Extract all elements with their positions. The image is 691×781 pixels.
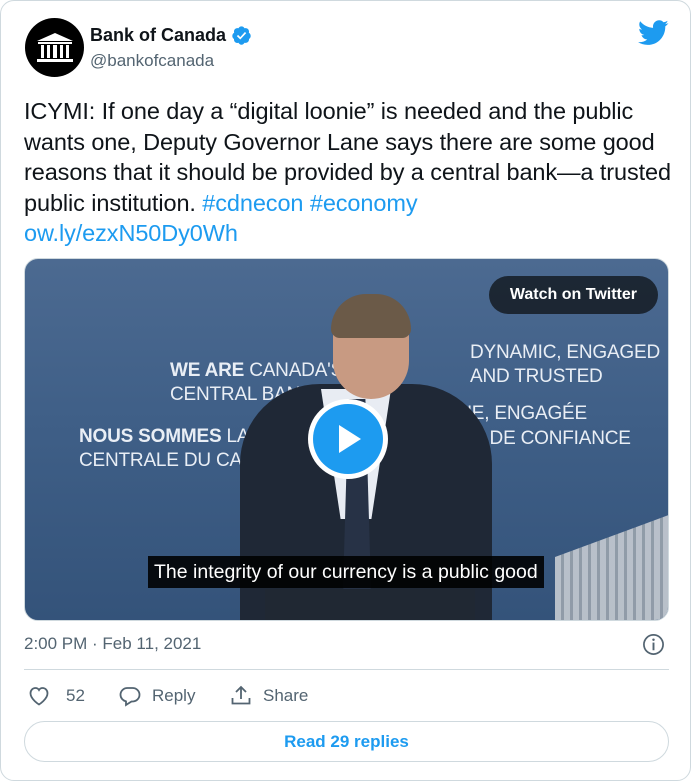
verified-badge-icon (232, 26, 251, 45)
share-icon (231, 685, 251, 705)
speaker-hair (331, 294, 411, 338)
tweet-card: Bank of Canada @bankofcanada ICYMI: If o… (0, 0, 691, 781)
video-caption: The integrity of our currency is a publi… (148, 556, 544, 588)
tweet-link[interactable]: ow.ly/ezxN50Dy0Wh (24, 220, 238, 246)
tweet-text: ICYMI: If one day a “digital loonie” is … (24, 96, 674, 249)
info-icon[interactable] (642, 633, 665, 656)
backdrop-text: DYNAMIC, ENGAGED (470, 342, 660, 363)
building-image (555, 509, 668, 620)
watch-on-twitter-button[interactable]: Watch on Twitter (488, 276, 658, 314)
bank-logo-icon (36, 32, 73, 62)
heart-icon (29, 687, 49, 706)
hashtag-economy[interactable]: #economy (310, 190, 418, 216)
share-button[interactable]: Share (229, 684, 308, 708)
backdrop-text: E DE CONFIANCE (472, 428, 631, 449)
like-button[interactable]: 52 (27, 684, 85, 708)
author-handle[interactable]: @bankofcanada (90, 51, 252, 71)
lectern (265, 589, 475, 620)
read-replies-button[interactable]: Read 29 replies (24, 721, 669, 762)
reply-label: Reply (152, 686, 196, 705)
reply-button[interactable]: Reply (118, 684, 195, 708)
twitter-bird-icon[interactable] (638, 20, 669, 46)
author-block: Bank of Canada @bankofcanada (90, 25, 252, 71)
like-count: 52 (66, 686, 85, 705)
play-button[interactable] (308, 399, 388, 479)
avatar[interactable] (25, 18, 84, 77)
reply-icon (119, 687, 141, 707)
play-icon (339, 425, 361, 453)
share-label: Share (263, 686, 309, 705)
tweet-timestamp[interactable]: 2:00 PM · Feb 11, 2021 (24, 634, 201, 654)
author-name[interactable]: Bank of Canada (90, 25, 226, 46)
hashtag-cdnecon[interactable]: #cdnecon (202, 190, 303, 216)
backdrop-text: AND TRUSTED (470, 366, 603, 387)
video-player[interactable]: WE ARE CANADA'S CENTRAL BANK. NOUS SOMME… (24, 258, 669, 621)
backdrop-text: WE ARE CANADA'S (170, 360, 344, 381)
divider (24, 669, 669, 670)
